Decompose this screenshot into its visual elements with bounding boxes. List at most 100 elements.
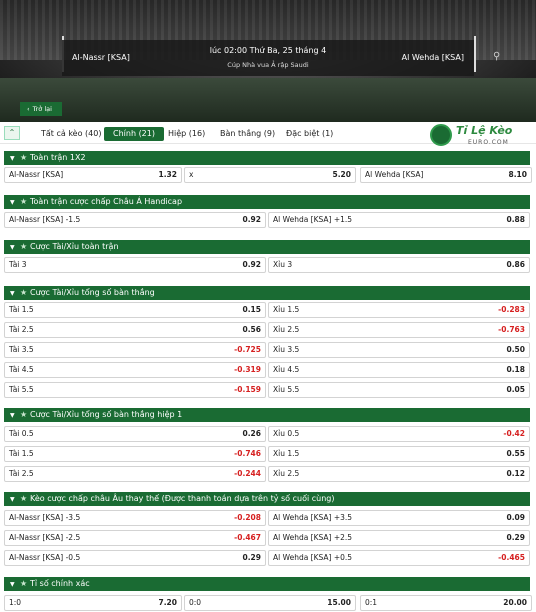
tab-goals[interactable]: Bàn thắng (9) — [216, 127, 279, 141]
chevron-down-icon: ▼ — [10, 412, 15, 419]
odds-value: -0.283 — [498, 305, 525, 314]
odds-label: Xỉu 2.5 — [273, 325, 300, 334]
odds-cell[interactable]: Xỉu 2.5 -0.763 — [268, 322, 530, 338]
section-header[interactable]: ▼ ★ Cược Tài/Xỉu tổng số bàn thắng — [4, 286, 530, 300]
odds-cell[interactable]: Xỉu 1.5 -0.283 — [268, 302, 530, 318]
odds-label: Al Wehda [KSA] +1.5 — [273, 215, 353, 224]
odds-cell[interactable]: Xỉu 3.5 0.50 — [268, 342, 530, 358]
chevron-down-icon: ▼ — [10, 244, 15, 251]
odds-cell[interactable]: Tài 5.5 -0.159 — [4, 382, 266, 398]
odds-cell[interactable]: Tài 1.5 -0.746 — [4, 446, 266, 462]
section-title: Kèo cược chấp châu Âu thay thế (Được tha… — [30, 494, 335, 503]
section-header[interactable]: ▼ ★ Cược Tài/Xỉu toàn trận — [4, 240, 530, 254]
odds-cell[interactable]: Xỉu 1.5 0.55 — [268, 446, 530, 462]
star-icon[interactable]: ★ — [20, 240, 30, 254]
section-title: Cược Tài/Xỉu tổng số bàn thắng hiệp 1 — [30, 410, 183, 419]
odds-value: 0.56 — [242, 325, 261, 334]
odds-value: -0.467 — [234, 533, 261, 542]
odds-value: 0.88 — [506, 215, 525, 224]
odds-value: -0.159 — [234, 385, 261, 394]
odds-label: Al-Nassr [KSA] -0.5 — [9, 553, 81, 562]
odds-cell[interactable]: Tài 3.5 -0.725 — [4, 342, 266, 358]
odds-value: 0.55 — [506, 449, 525, 458]
star-icon[interactable]: ★ — [20, 151, 30, 165]
odds-value: -0.763 — [498, 325, 525, 334]
odds-cell[interactable]: Tài 2.5 -0.244 — [4, 466, 266, 482]
star-icon[interactable]: ★ — [20, 408, 30, 422]
odds-label: Tài 4.5 — [9, 365, 34, 374]
section-header[interactable]: ▼ ★ Cược Tài/Xỉu tổng số bàn thắng hiệp 1 — [4, 408, 530, 422]
odds-cell[interactable]: Al-Nassr [KSA] -1.5 0.92 — [4, 212, 266, 228]
odds-cell[interactable]: Al-Nassr [KSA] -3.5 -0.208 — [4, 510, 266, 526]
odds-value: -0.42 — [503, 429, 525, 438]
odds-label: Al Wehda [KSA] +0.5 — [273, 553, 353, 562]
odds-cell[interactable]: Al-Nassr [KSA] -2.5 -0.467 — [4, 530, 266, 546]
odds-value: 0.18 — [506, 365, 525, 374]
chevron-down-icon: ▼ — [10, 290, 15, 297]
odds-cell[interactable]: Tài 4.5 -0.319 — [4, 362, 266, 378]
odds-cell[interactable]: 0:1 20.00 — [360, 595, 532, 611]
tab-half[interactable]: Hiệp (16) — [164, 127, 209, 141]
odds-label: Xỉu 4.5 — [273, 365, 300, 374]
star-icon[interactable]: ★ — [20, 195, 30, 209]
odds-cell[interactable]: x 5.20 — [184, 167, 356, 183]
soccer-ball-icon — [430, 124, 452, 146]
odds-label: Al-Nassr [KSA] -1.5 — [9, 215, 81, 224]
odds-cell[interactable]: Al-Nassr [KSA] -0.5 0.29 — [4, 550, 266, 566]
odds-cell[interactable]: Al Wehda [KSA] +0.5 -0.465 — [268, 550, 530, 566]
odds-value: 1.32 — [158, 170, 177, 179]
odds-label: Tài 3.5 — [9, 345, 34, 354]
brand-logo: Tỉ Lệ Kèo EURO.COM — [424, 120, 536, 154]
tab-main[interactable]: Chính (21) — [104, 127, 164, 141]
odds-label: 0:0 — [189, 598, 202, 607]
back-button[interactable]: ‹ Trở lại — [20, 102, 62, 116]
section-header[interactable]: ▼ ★ Tỉ số chính xác — [4, 577, 530, 591]
odds-cell[interactable]: Tài 1.5 0.15 — [4, 302, 266, 318]
odds-value: 0.09 — [506, 513, 525, 522]
odds-cell[interactable]: Xỉu 5.5 0.05 — [268, 382, 530, 398]
odds-label: Xỉu 5.5 — [273, 385, 300, 394]
star-icon[interactable]: ★ — [20, 286, 30, 300]
odds-label: Al-Nassr [KSA] -3.5 — [9, 513, 81, 522]
odds-value: 0.92 — [242, 260, 261, 269]
tab-all[interactable]: Tất cả kèo (40) — [37, 127, 105, 141]
odds-cell[interactable]: Xỉu 2.5 0.12 — [268, 466, 530, 482]
odds-label: Al Wehda [KSA] +2.5 — [273, 533, 353, 542]
odds-cell[interactable]: Al Wehda [KSA] +2.5 0.29 — [268, 530, 530, 546]
odds-label: Tài 2.5 — [9, 469, 34, 478]
odds-cell[interactable]: Al Wehda [KSA] +3.5 0.09 — [268, 510, 530, 526]
odds-value: 0.05 — [506, 385, 525, 394]
odds-cell[interactable]: Al Wehda [KSA] +1.5 0.88 — [268, 212, 530, 228]
odds-value: 0.92 — [242, 215, 261, 224]
odds-value: 0.15 — [242, 305, 261, 314]
odds-label: Xỉu 1.5 — [273, 449, 300, 458]
tab-special[interactable]: Đặc biệt (1) — [282, 127, 337, 141]
odds-cell[interactable]: Xỉu 0.5 -0.42 — [268, 426, 530, 442]
odds-cell[interactable]: Xỉu 3 0.86 — [268, 257, 530, 273]
odds-label: Xỉu 3.5 — [273, 345, 300, 354]
odds-label: Tài 1.5 — [9, 305, 34, 314]
odds-value: -0.746 — [234, 449, 261, 458]
star-icon[interactable]: ★ — [20, 577, 30, 591]
odds-label: 0:1 — [365, 598, 378, 607]
chevron-down-icon: ▼ — [10, 581, 15, 588]
section-header[interactable]: ▼ ★ Kèo cược chấp châu Âu thay thế (Được t… — [4, 492, 530, 506]
section-header[interactable]: ▼ ★ Toàn trận cược chấp Châu Á Handicap — [4, 195, 530, 209]
odds-cell[interactable]: Tài 3 0.92 — [4, 257, 266, 273]
odds-cell[interactable]: Xỉu 4.5 0.18 — [268, 362, 530, 378]
section-header[interactable]: ▼ ★ Toàn trận 1X2 — [4, 151, 530, 165]
odds-cell[interactable]: Al Wehda [KSA] 8.10 — [360, 167, 532, 183]
odds-cell[interactable]: 0:0 15.00 — [184, 595, 356, 611]
odds-cell[interactable]: Al-Nassr [KSA] 1.32 — [4, 167, 182, 183]
away-team-name: Al Wehda [KSA] — [401, 53, 464, 62]
odds-label: x — [189, 170, 194, 179]
star-icon[interactable]: ★ — [20, 492, 30, 506]
pin-icon[interactable]: ⚲ — [493, 51, 500, 62]
odds-value: -0.465 — [498, 553, 525, 562]
collapse-all-icon[interactable]: ⌃ — [4, 126, 20, 140]
odds-cell[interactable]: Tài 0.5 0.26 — [4, 426, 266, 442]
odds-cell[interactable]: Tài 2.5 0.56 — [4, 322, 266, 338]
odds-cell[interactable]: 1:0 7.20 — [4, 595, 182, 611]
odds-label: Al-Nassr [KSA] -2.5 — [9, 533, 81, 542]
odds-value: 0.29 — [506, 533, 525, 542]
